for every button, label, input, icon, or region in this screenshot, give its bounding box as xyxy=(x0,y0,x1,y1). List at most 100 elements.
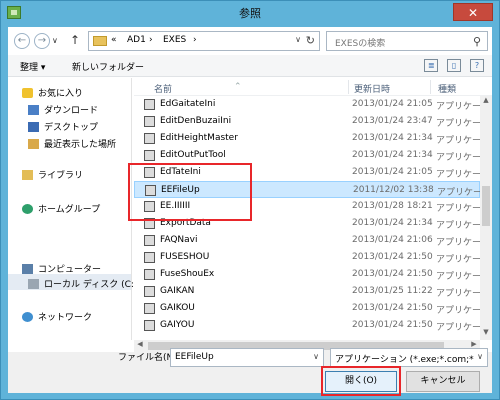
file-name: FUSESHOU xyxy=(160,252,210,262)
file-name: GAIKOU xyxy=(160,303,195,313)
column-divider[interactable] xyxy=(430,80,431,94)
sidebar-item-label: ライブラリ xyxy=(38,171,84,181)
search-icon[interactable]: ⚲ xyxy=(473,35,481,48)
sidebar-item-recent[interactable]: 最近表示した場所 xyxy=(28,137,116,150)
file-row[interactable]: EdGaitateIni 2013/01/24 21:05 アプリケーシ xyxy=(134,96,490,113)
file-row[interactable]: FAQNavi 2013/01/24 21:06 アプリケーシ xyxy=(134,232,490,249)
folder-icon xyxy=(93,36,107,46)
file-name: EditHeightMaster xyxy=(160,133,238,143)
sidebar-item-label: デスクトップ xyxy=(44,123,99,133)
scroll-down-icon[interactable]: ▼ xyxy=(480,328,492,340)
breadcrumb-ad1[interactable]: AD1 xyxy=(127,35,146,45)
sidebar-item-homegroup[interactable]: ホームグループ xyxy=(22,202,100,215)
file-name: FAQNavi xyxy=(160,235,198,245)
app-file-icon xyxy=(144,286,155,297)
vertical-scrollbar[interactable]: ▲ ▼ xyxy=(480,96,492,340)
column-name[interactable]: 名前 xyxy=(154,82,172,95)
scroll-thumb[interactable] xyxy=(482,186,490,226)
file-date: 2013/01/24 23:47 xyxy=(352,116,433,126)
sidebar-item-local-disk[interactable]: ローカル ディスク (C:) xyxy=(28,277,137,290)
address-overflow[interactable]: « xyxy=(111,35,117,45)
file-name: GAIYOU xyxy=(160,320,195,330)
sidebar-item-label: ネットワーク xyxy=(38,313,93,323)
file-type-filter-value[interactable]: アプリケーション (*.exe;*.com;* xyxy=(335,352,474,365)
libraries-icon xyxy=(22,170,33,180)
file-name: EdGaitateIni xyxy=(160,99,216,109)
file-row[interactable]: GAIKAN 2013/01/25 11:22 アプリケーシ xyxy=(134,283,490,300)
search-input[interactable]: EXESの検索 xyxy=(335,36,385,49)
view-options-icon[interactable]: ≣ xyxy=(424,59,439,72)
address-dropdown-icon[interactable]: ∨ xyxy=(295,35,301,44)
recent-locations-dropdown[interactable]: ∨ xyxy=(52,36,58,45)
recent-places-icon xyxy=(28,139,39,149)
breadcrumb-separator[interactable]: › xyxy=(193,35,197,45)
file-date: 2013/01/24 21:34 xyxy=(352,133,433,143)
downloads-icon xyxy=(28,105,39,115)
cancel-button[interactable]: キャンセル xyxy=(406,371,480,392)
computer-icon xyxy=(22,264,33,274)
window-title: 参照 xyxy=(239,7,261,20)
breadcrumb-exes[interactable]: EXES xyxy=(163,35,186,45)
command-bar: 整理 ▾ 新しいフォルダー ≣ ▯ ? xyxy=(8,55,492,77)
app-file-icon xyxy=(144,252,155,263)
refresh-icon[interactable]: ↻ xyxy=(306,34,315,47)
file-row[interactable]: GAIKOU 2013/01/24 21:50 アプリケーシ xyxy=(134,300,490,317)
sidebar-item-libraries[interactable]: ライブラリ xyxy=(22,168,83,181)
sidebar-item-label: 最近表示した場所 xyxy=(44,140,117,150)
file-row[interactable]: EditOutPutTool 2013/01/24 21:34 アプリケーシ xyxy=(134,147,490,164)
sort-indicator-icon: ⌃ xyxy=(234,82,242,92)
file-row[interactable]: EditDenBuzaiIni 2013/01/24 23:47 アプリケーシ xyxy=(134,113,490,130)
file-date: 2013/01/24 21:50 xyxy=(352,252,433,262)
scroll-up-icon[interactable]: ▲ xyxy=(480,96,492,108)
file-date: 2013/01/24 21:06 xyxy=(352,235,433,245)
address-bar[interactable]: « AD1 › EXES › ∨ ↻ xyxy=(88,31,320,51)
sidebar-item-network[interactable]: ネットワーク xyxy=(22,310,92,323)
preview-pane-icon[interactable]: ▯ xyxy=(447,59,462,72)
sidebar-item-computer[interactable]: コンピューター xyxy=(22,262,101,275)
new-folder-button[interactable]: 新しいフォルダー xyxy=(72,60,144,73)
star-icon xyxy=(22,88,33,98)
column-date[interactable]: 更新日時 xyxy=(354,82,390,95)
sidebar-item-downloads[interactable]: ダウンロード xyxy=(28,103,98,116)
file-row[interactable]: FuseShouEx 2013/01/24 21:50 アプリケーシ xyxy=(134,266,490,283)
file-date: 2013/01/24 21:50 xyxy=(352,320,433,330)
file-row[interactable]: GAIYOU 2013/01/24 21:50 アプリケーシ xyxy=(134,317,490,334)
homegroup-icon xyxy=(22,204,33,214)
file-date: 2013/01/24 21:34 xyxy=(352,150,433,160)
file-date: 2013/01/24 21:34 xyxy=(352,218,433,228)
title-bar[interactable]: 参照 ✕ xyxy=(1,1,499,27)
filter-dropdown-icon[interactable]: ∨ xyxy=(477,352,483,361)
file-type-filter[interactable]: アプリケーション (*.exe;*.com;* ∨ xyxy=(330,348,488,367)
app-file-icon xyxy=(144,303,155,314)
close-button[interactable]: ✕ xyxy=(453,3,493,21)
back-icon[interactable]: ← xyxy=(14,33,30,49)
desktop-icon xyxy=(28,122,39,132)
navigation-pane: お気に入り ダウンロード デスクトップ 最近表示した場所 ライブラリ ホームグル… xyxy=(8,78,137,340)
file-date: 2013/01/28 18:21 xyxy=(352,201,433,211)
column-divider[interactable] xyxy=(348,80,349,94)
app-file-icon xyxy=(144,320,155,331)
column-type[interactable]: 種類 xyxy=(438,82,456,95)
view-icons: ≣ ▯ ? xyxy=(418,59,484,72)
app-file-icon xyxy=(144,116,155,127)
sidebar-item-favorites[interactable]: お気に入り xyxy=(22,86,83,99)
help-icon[interactable]: ? xyxy=(470,59,484,72)
up-icon[interactable]: ↑ xyxy=(70,33,80,47)
sidebar-item-desktop[interactable]: デスクトップ xyxy=(28,120,98,133)
filename-value[interactable]: EEFileUp xyxy=(175,352,214,362)
organize-menu[interactable]: 整理 ▾ xyxy=(20,60,45,73)
network-icon xyxy=(22,312,33,322)
file-row[interactable]: FUSESHOU 2013/01/24 21:50 アプリケーシ xyxy=(134,249,490,266)
search-box[interactable]: EXESの検索 ⚲ xyxy=(326,31,488,51)
file-date: 2013/01/24 21:50 xyxy=(352,269,433,279)
file-row[interactable]: EditHeightMaster 2013/01/24 21:34 アプリケーシ xyxy=(134,130,490,147)
file-date: 2013/01/25 11:22 xyxy=(352,286,433,296)
file-date: 2013/01/24 21:05 xyxy=(352,167,433,177)
filename-dropdown-icon[interactable]: ∨ xyxy=(313,352,319,361)
file-date: 2011/12/02 13:38 xyxy=(353,185,434,195)
sidebar-item-label: お気に入り xyxy=(38,89,84,99)
filename-field[interactable]: EEFileUp ∨ xyxy=(170,348,324,367)
dialog-client: ← → ∨ ↑ « AD1 › EXES › ∨ ↻ EXESの検索 ⚲ 整理 … xyxy=(8,27,492,396)
breadcrumb-separator[interactable]: › xyxy=(149,35,153,45)
forward-icon[interactable]: → xyxy=(34,33,50,49)
